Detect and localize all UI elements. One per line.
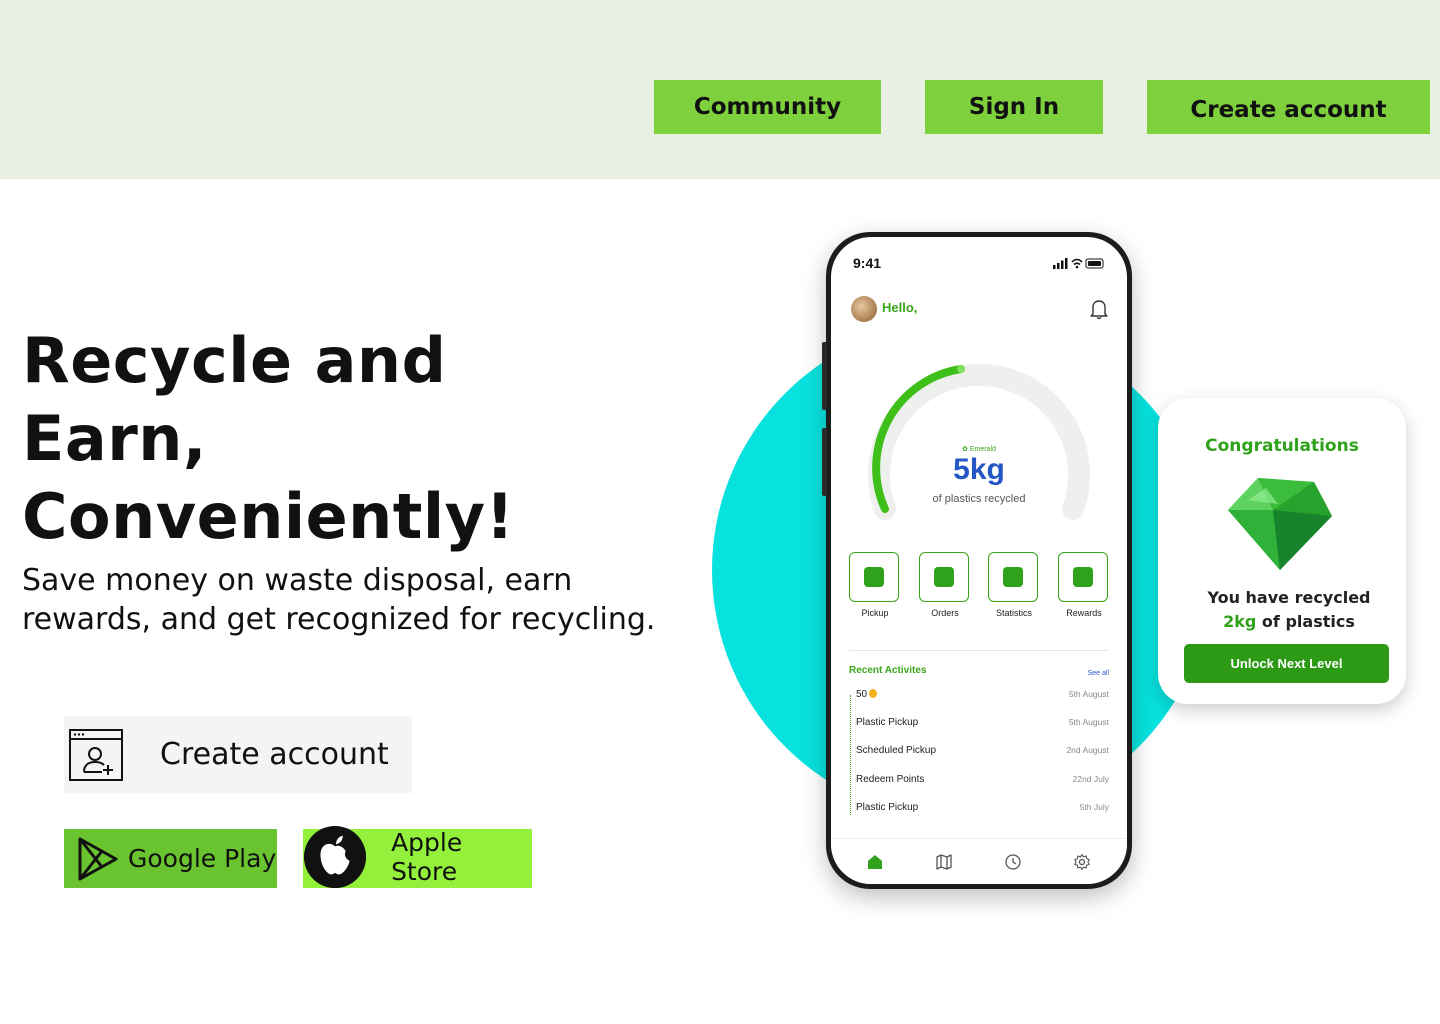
activity-label: 50 xyxy=(856,689,868,700)
pickup-action[interactable]: Pickup xyxy=(849,552,901,618)
activity-label: Plastic Pickup xyxy=(856,802,919,813)
activity-date: 22nd July xyxy=(1072,774,1109,784)
clock-icon[interactable] xyxy=(1004,853,1022,871)
create-account-nav-button[interactable]: Create account xyxy=(1147,80,1430,134)
list-item[interactable]: 50 5th August xyxy=(856,689,1109,700)
activity-date: 5th August xyxy=(1068,689,1109,699)
apple-store-button[interactable]: Apple Store xyxy=(303,825,532,888)
unlock-next-level-button[interactable]: Unlock Next Level xyxy=(1184,644,1389,683)
coin-icon xyxy=(869,689,878,698)
greeting-text: Hello, xyxy=(882,300,918,315)
create-account-cta-label: Create account xyxy=(160,737,389,772)
phone-mockup: 9:41 Hello, ✿ Emerald 5kg of plastics re… xyxy=(822,232,1132,889)
recycled-amount: 2kg xyxy=(1223,612,1257,631)
map-icon[interactable] xyxy=(935,853,953,871)
divider xyxy=(849,650,1109,651)
avatar[interactable] xyxy=(851,296,877,322)
congratulations-title: Congratulations xyxy=(1205,436,1359,456)
statistics-label: Statistics xyxy=(995,608,1032,618)
activity-label: Redeem Points xyxy=(856,774,925,785)
orders-label: Orders xyxy=(931,608,959,618)
emerald-gem-icon xyxy=(1228,478,1332,570)
activity-date: 2nd August xyxy=(1066,745,1109,755)
recycled-unit: of plastics xyxy=(1256,612,1355,631)
community-button[interactable]: Community xyxy=(654,80,881,134)
phone-screen: 9:41 Hello, ✿ Emerald 5kg of plastics re… xyxy=(831,237,1127,884)
chart-icon xyxy=(1003,567,1023,587)
list-item[interactable]: Scheduled Pickup 2nd August xyxy=(856,745,1109,756)
congratulations-card: Congratulations You have recycled 2kg of… xyxy=(1158,398,1406,704)
list-item[interactable]: Plastic Pickup 5th August xyxy=(856,717,1109,728)
list-item[interactable]: Plastic Pickup 5th July xyxy=(856,802,1109,813)
google-play-icon xyxy=(78,837,118,880)
create-account-cta[interactable]: Create account xyxy=(64,716,412,793)
gauge-label: of plastics recycled xyxy=(932,493,1026,505)
gauge-value: 5kg xyxy=(953,453,1005,486)
apple-store-label: Apple Store xyxy=(391,827,463,886)
recycled-summary-line2: 2kg of plastics xyxy=(1158,612,1420,631)
recent-activities-title: Recent Activites xyxy=(849,665,927,676)
truck-icon xyxy=(864,567,884,587)
recycled-summary-line1: You have recycled xyxy=(1207,588,1371,607)
apple-icon xyxy=(303,825,367,888)
activity-label: Plastic Pickup xyxy=(856,717,919,728)
sign-in-button[interactable]: Sign In xyxy=(925,80,1103,134)
award-icon xyxy=(1073,567,1093,587)
statistics-action[interactable]: Statistics xyxy=(988,552,1040,618)
rewards-label: Rewards xyxy=(1066,608,1102,618)
settings-icon[interactable] xyxy=(1073,853,1091,871)
status-time: 9:41 xyxy=(853,255,882,271)
see-all-link[interactable]: See all xyxy=(1088,670,1109,677)
home-icon[interactable] xyxy=(866,853,884,871)
google-play-label: Google Play xyxy=(128,844,277,873)
activity-date: 5th August xyxy=(1068,717,1109,727)
phone-side-button xyxy=(822,342,827,410)
list-item[interactable]: Redeem Points 22nd July xyxy=(856,774,1109,785)
hero-title: Recycle and Earn, Conveniently! xyxy=(22,324,515,553)
activity-date: 5th July xyxy=(1079,802,1109,812)
bell-icon[interactable] xyxy=(1089,298,1109,320)
google-play-button[interactable]: Google Play xyxy=(64,829,277,888)
cart-icon xyxy=(934,567,954,587)
gauge-brand: ✿ Emerald xyxy=(962,446,996,453)
phone-side-button xyxy=(822,428,827,496)
status-icons xyxy=(1053,258,1104,269)
bottom-tab-bar xyxy=(831,838,1127,884)
account-window-icon xyxy=(69,728,123,781)
pickup-label: Pickup xyxy=(861,608,889,618)
orders-action[interactable]: Orders xyxy=(919,552,971,618)
activity-label: Scheduled Pickup xyxy=(856,745,937,756)
timeline-line xyxy=(850,695,851,815)
hero-subtitle: Save money on waste disposal, earn rewar… xyxy=(22,563,656,637)
rewards-action[interactable]: Rewards xyxy=(1058,552,1110,618)
